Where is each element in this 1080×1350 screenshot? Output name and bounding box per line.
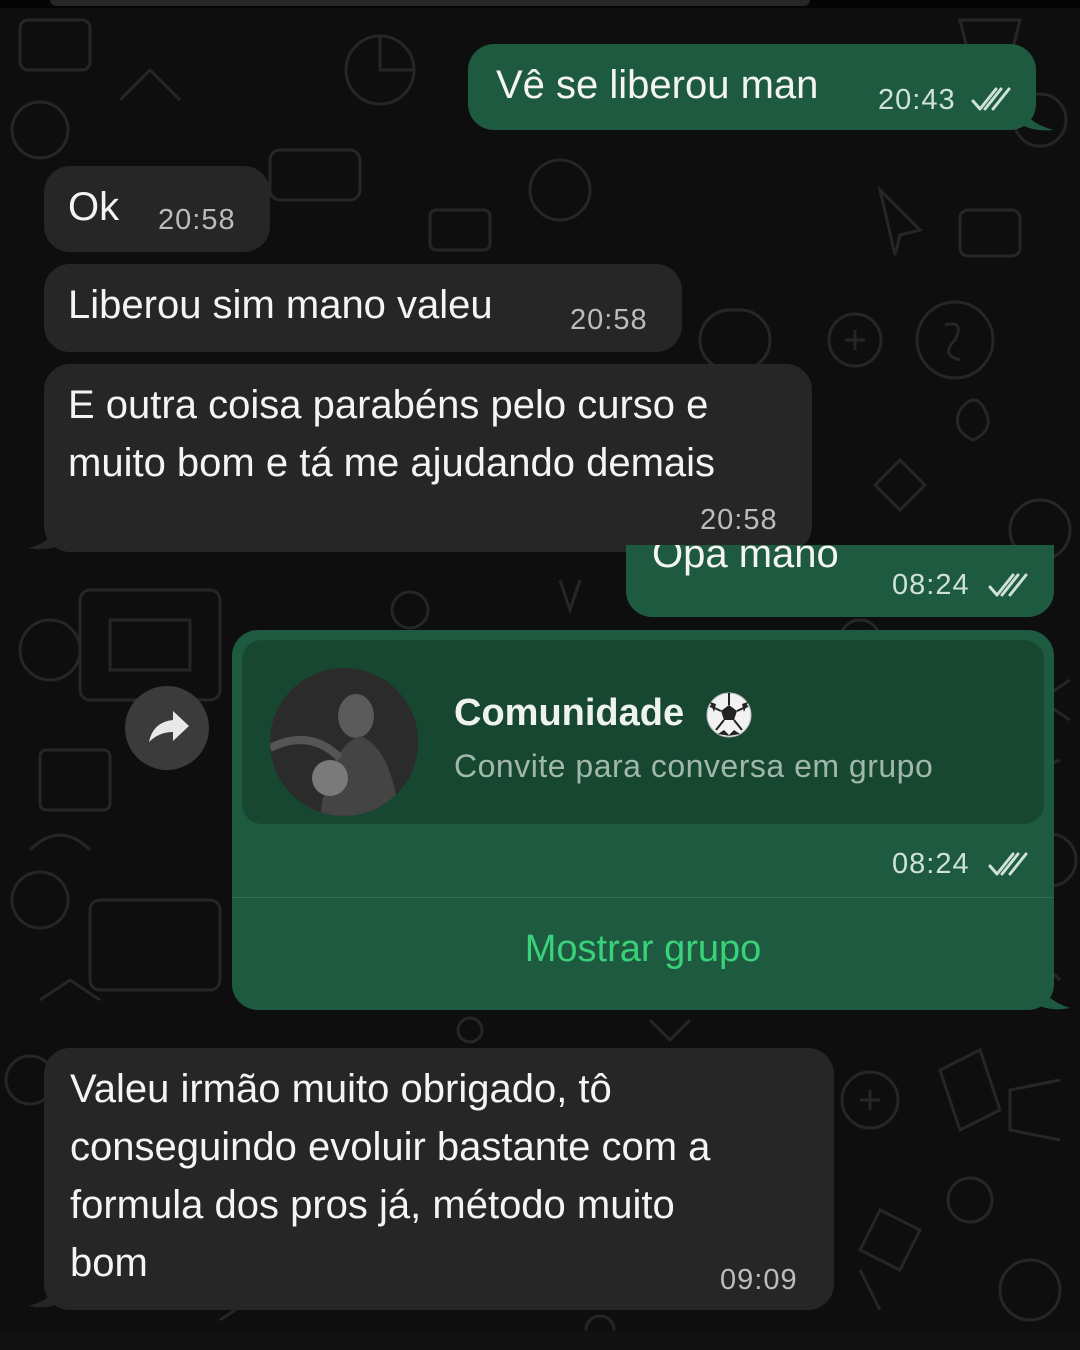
bubble-tail (1020, 104, 1054, 131)
divider (232, 897, 1054, 898)
forward-button[interactable] (125, 686, 209, 770)
soccer-ball-icon (706, 692, 752, 738)
message-line: E outra coisa parabéns pelo curso e (68, 383, 709, 427)
message-text: Ok (68, 185, 120, 229)
message-time: 20:58 (570, 304, 648, 336)
message-time: 20:58 (700, 504, 778, 536)
chat-screen: Vê se liberou man 20:43 Ok 20:58 Liberou… (0, 0, 1080, 1350)
previous-message-edge (50, 0, 810, 6)
message-line: formula dos pros já, método muito (70, 1183, 675, 1227)
group-invite-message[interactable]: Comunidade Convite para conversa em grup… (232, 630, 1054, 1010)
message-time: 20:43 (878, 84, 956, 116)
message-time: 20:58 (158, 204, 236, 236)
message-incoming[interactable]: Valeu irmão muito obrigado, tô conseguin… (44, 1048, 834, 1310)
top-edge (0, 0, 1080, 8)
message-incoming[interactable]: Ok 20:58 (44, 166, 270, 252)
show-group-button[interactable]: Mostrar grupo (232, 928, 1054, 971)
message-outgoing[interactable]: Vê se liberou man 20:43 (468, 44, 1036, 130)
bubble-tail (28, 1278, 62, 1308)
message-time: 09:09 (720, 1264, 798, 1296)
message-line: bom (70, 1241, 148, 1285)
message-text: Vê se liberou man (496, 63, 819, 107)
message-time: 08:24 (892, 569, 970, 601)
double-check-icon (971, 87, 1011, 111)
double-check-icon (988, 573, 1028, 597)
group-avatar (270, 668, 418, 816)
message-incoming[interactable]: E outra coisa parabéns pelo curso e muit… (44, 364, 812, 552)
bubble-tail (1036, 978, 1070, 1010)
forward-arrow-icon (149, 711, 189, 742)
message-line: conseguindo evoluir bastante com a (70, 1125, 711, 1169)
message-text: Opa mano (652, 545, 839, 576)
group-invite-card[interactable]: Comunidade Convite para conversa em grup… (242, 640, 1044, 824)
message-incoming[interactable]: Liberou sim mano valeu 20:58 (44, 264, 682, 352)
bubble-tail (28, 520, 62, 550)
message-line: Valeu irmão muito obrigado, tô (70, 1067, 612, 1111)
message-time: 08:24 (892, 848, 970, 880)
group-name: Comunidade (454, 692, 685, 734)
group-invite-subtitle: Convite para conversa em grupo (454, 748, 934, 784)
message-text: Liberou sim mano valeu (68, 283, 493, 327)
bottom-edge (0, 1330, 1080, 1350)
message-line: muito bom e tá me ajudando demais (68, 441, 716, 485)
message-outgoing[interactable]: Opa mano 08:24 (626, 545, 1054, 617)
double-check-icon (988, 852, 1028, 876)
